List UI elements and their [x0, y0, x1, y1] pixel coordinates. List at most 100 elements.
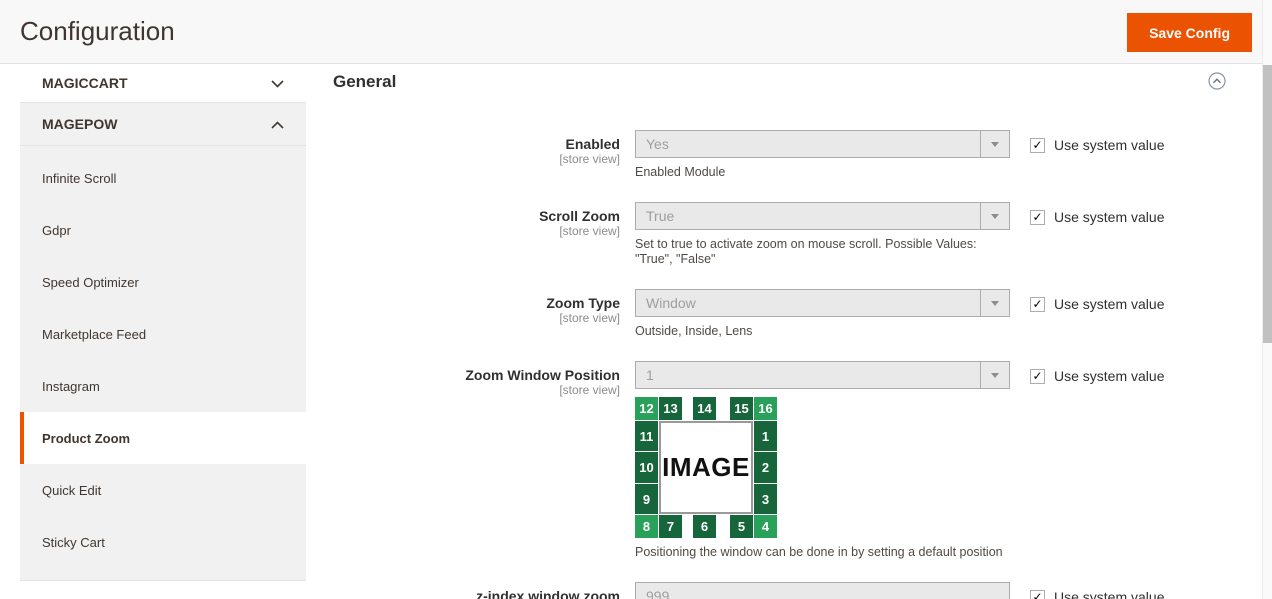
sidebar-item-label: Marketplace Feed: [42, 327, 146, 342]
use-system-value-block: ✓ Use system value: [1030, 130, 1164, 153]
field-label-block: Scroll Zoom [store view]: [322, 202, 620, 239]
field-scope: [store view]: [322, 311, 620, 326]
use-system-value-checkbox[interactable]: ✓: [1030, 210, 1045, 225]
field-control: 999: [635, 582, 1010, 599]
page-header: Configuration Save Config: [0, 0, 1272, 64]
field-row-z-index-window-zoom: z-index window zoom [store view] 999 ✓ U…: [322, 582, 1262, 599]
vertical-scrollbar[interactable]: [1262, 0, 1272, 599]
use-system-value-label: Use system value: [1054, 368, 1164, 384]
save-config-button[interactable]: Save Config: [1127, 13, 1252, 52]
position-cell-1: 1: [754, 421, 777, 451]
page-title: Configuration: [20, 16, 175, 47]
field-input[interactable]: Window: [635, 289, 1010, 317]
section-title: General: [333, 72, 396, 92]
field-input[interactable]: 999: [635, 582, 1010, 599]
sidebar-section-magepow[interactable]: MAGEPOW: [20, 103, 306, 146]
field-note: Set to true to activate zoom on mouse sc…: [635, 237, 1010, 267]
config-sidebar: MAGICCART MAGEPOW Infinite Scroll Gdpr S…: [20, 64, 306, 581]
sidebar-item-marketplace-feed[interactable]: Marketplace Feed: [20, 308, 306, 360]
collapse-section-button[interactable]: [1208, 72, 1226, 90]
zoom-position-grid: IMAGE 12131415161111029387654: [635, 397, 777, 538]
field-control: Window Outside, Inside, Lens: [635, 289, 1010, 339]
position-cell-8: 8: [635, 515, 658, 538]
position-cell-2: 2: [754, 452, 777, 483]
position-cell-14: 14: [693, 397, 716, 420]
sidebar-section-magiccart[interactable]: MAGICCART: [20, 64, 306, 103]
position-cell-16: 16: [754, 397, 777, 420]
field-label-block: Enabled [store view]: [322, 130, 620, 167]
use-system-value-checkbox[interactable]: ✓: [1030, 138, 1045, 153]
position-cell-6: 6: [693, 515, 716, 538]
field-scope: [store view]: [322, 224, 620, 239]
field-value: True: [636, 208, 980, 224]
field-label: Scroll Zoom: [322, 208, 620, 224]
use-system-value-checkbox[interactable]: ✓: [1030, 297, 1045, 312]
use-system-value-label: Use system value: [1054, 296, 1164, 312]
sidebar-item-label: Product Zoom: [42, 431, 130, 446]
sidebar-item-label: Infinite Scroll: [42, 171, 116, 186]
sidebar-item-gdpr[interactable]: Gdpr: [20, 204, 306, 256]
field-scope: [store view]: [322, 383, 620, 398]
field-note: Outside, Inside, Lens: [635, 324, 1010, 339]
field-value: Window: [636, 295, 980, 311]
field-row-scroll-zoom: Scroll Zoom [store view] True Set to tru…: [322, 202, 1262, 267]
use-system-value-block: ✓ Use system value: [1030, 582, 1164, 599]
sidebar-item-instagram[interactable]: Instagram: [20, 360, 306, 412]
use-system-value-block: ✓ Use system value: [1030, 361, 1164, 384]
use-system-value-label: Use system value: [1054, 137, 1164, 153]
field-label: z-index window zoom: [322, 588, 620, 599]
field-value: 1: [636, 367, 980, 383]
sidebar-items: Infinite Scroll Gdpr Speed Optimizer Mar…: [20, 146, 306, 581]
dropdown-arrow-icon[interactable]: [980, 203, 1009, 229]
field-label-block: Zoom Window Position [store view]: [322, 361, 620, 398]
field-note: Positioning the window can be done in by…: [635, 545, 1010, 560]
position-cell-10: 10: [635, 452, 658, 483]
use-system-value-checkbox[interactable]: ✓: [1030, 590, 1045, 599]
use-system-value-block: ✓ Use system value: [1030, 289, 1164, 312]
sidebar-item-label: Instagram: [42, 379, 100, 394]
section-general-header: General: [322, 64, 1262, 92]
field-label: Zoom Type: [322, 295, 620, 311]
use-system-value-label: Use system value: [1054, 589, 1164, 599]
field-row-zoom-window-position: Zoom Window Position [store view] 1 IMAG…: [322, 361, 1262, 560]
position-cell-5: 5: [730, 515, 753, 538]
position-cell-11: 11: [635, 421, 658, 451]
position-cell-15: 15: [730, 397, 753, 420]
chevron-down-icon: [271, 75, 284, 91]
dropdown-arrow-icon[interactable]: [980, 290, 1009, 316]
use-system-value-block: ✓ Use system value: [1030, 202, 1164, 225]
position-cell-13: 13: [659, 397, 682, 420]
sidebar-item-sticky-cart[interactable]: Sticky Cart: [20, 516, 306, 568]
field-value: 999: [636, 588, 1009, 599]
collapse-circle-chevron-up-icon: [1208, 78, 1226, 93]
chevron-up-icon: [271, 116, 284, 132]
field-label: Zoom Window Position: [322, 367, 620, 383]
position-cell-3: 3: [754, 484, 777, 514]
field-control: True Set to true to activate zoom on mou…: [635, 202, 1010, 267]
field-input[interactable]: 1: [635, 361, 1010, 389]
field-input[interactable]: Yes: [635, 130, 1010, 158]
zoom-position-image-box: IMAGE: [659, 421, 753, 514]
sidebar-item-label: Gdpr: [42, 223, 71, 238]
field-input[interactable]: True: [635, 202, 1010, 230]
sidebar-item-infinite-scroll[interactable]: Infinite Scroll: [20, 152, 306, 204]
sidebar-item-product-zoom[interactable]: Product Zoom: [20, 412, 306, 464]
field-label-block: Zoom Type [store view]: [322, 289, 620, 326]
field-control: Yes Enabled Module: [635, 130, 1010, 180]
use-system-value-label: Use system value: [1054, 209, 1164, 225]
position-cell-9: 9: [635, 484, 658, 514]
dropdown-arrow-icon[interactable]: [980, 362, 1009, 388]
sidebar-item-speed-optimizer[interactable]: Speed Optimizer: [20, 256, 306, 308]
field-label-block: z-index window zoom [store view]: [322, 582, 620, 599]
sidebar-item-label: Sticky Cart: [42, 535, 105, 550]
config-content: General Enabled [store view] Yes Enabled…: [322, 64, 1262, 599]
use-system-value-checkbox[interactable]: ✓: [1030, 369, 1045, 384]
general-form: Enabled [store view] Yes Enabled Module …: [322, 130, 1262, 599]
scrollbar-thumb[interactable]: [1263, 65, 1272, 343]
field-control: 1 IMAGE 12131415161111029387654Positioni…: [635, 361, 1010, 560]
field-label: Enabled: [322, 136, 620, 152]
sidebar-section-label: MAGICCART: [42, 75, 128, 91]
field-row-zoom-type: Zoom Type [store view] Window Outside, I…: [322, 289, 1262, 339]
sidebar-item-quick-edit[interactable]: Quick Edit: [20, 464, 306, 516]
dropdown-arrow-icon[interactable]: [980, 131, 1009, 157]
